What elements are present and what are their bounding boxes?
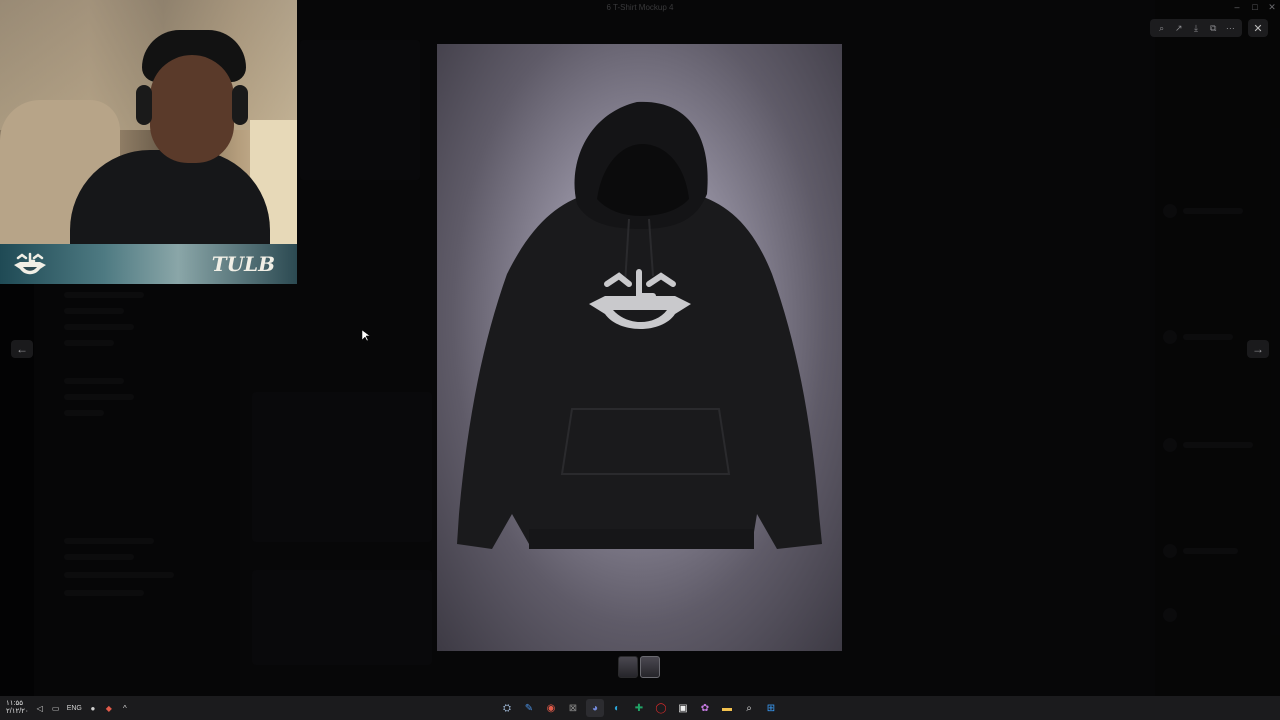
clock-time: ۱۱:۵۵ bbox=[6, 700, 23, 707]
close-viewer-button[interactable]: ✕ bbox=[1248, 19, 1268, 37]
thumbnail-strip bbox=[618, 656, 660, 678]
hoodie-mockup-image[interactable] bbox=[437, 44, 842, 651]
clock-date: ۲/۱۲/۲۰ bbox=[6, 708, 29, 715]
chrome-icon[interactable]: ◉ bbox=[542, 699, 560, 717]
webcam-overlay: TULB bbox=[0, 0, 297, 284]
windows-icon[interactable]: ⊞ bbox=[762, 699, 780, 717]
previous-image-button[interactable]: ← bbox=[11, 340, 33, 358]
zoom-icon[interactable]: ⌕ bbox=[1155, 21, 1169, 35]
channel-logo-icon bbox=[10, 249, 50, 279]
excel-icon[interactable]: ✚ bbox=[630, 699, 648, 717]
app-tray-icon[interactable]: ◆ bbox=[104, 703, 114, 713]
discord-icon[interactable]: ◕ bbox=[586, 699, 604, 717]
next-image-button[interactable]: → bbox=[1247, 340, 1269, 358]
maximize-button[interactable]: □ bbox=[1248, 2, 1262, 14]
folder-icon[interactable]: ▬ bbox=[718, 699, 736, 717]
network-icon[interactable]: ▭ bbox=[51, 703, 61, 713]
search-icon[interactable]: ⌕ bbox=[740, 699, 758, 717]
edge-icon[interactable]: ◐ bbox=[608, 699, 626, 717]
webcam-tag: TULB bbox=[211, 252, 275, 276]
window-close-button[interactable]: ✕ bbox=[1265, 2, 1279, 14]
hoodie-hem bbox=[529, 529, 754, 549]
viewer-toolbar: ⌕ ↗ ⤓ ⧉ ⋯ bbox=[1150, 19, 1242, 37]
chevron-up-icon[interactable]: ^ bbox=[120, 703, 130, 713]
open-in-browser-icon[interactable]: ⧉ bbox=[1206, 21, 1220, 35]
window-title: 6 T-Shirt Mockup 4 bbox=[606, 3, 674, 12]
copilot-icon[interactable]: ✿ bbox=[696, 699, 714, 717]
screen: 6 T-Shirt Mockup 4 – □ ✕ ⌕ ↗ ⤓ ⧉ ⋯ ✕ ← →… bbox=[0, 0, 1280, 720]
editor-icon[interactable]: ✎ bbox=[520, 699, 538, 717]
webcam-banner: TULB bbox=[0, 244, 297, 284]
headphones-icon bbox=[136, 85, 152, 125]
mic-icon[interactable]: ● bbox=[88, 703, 98, 713]
thumbnail-active[interactable] bbox=[640, 656, 660, 678]
webcam-feed bbox=[0, 0, 297, 260]
opera-icon[interactable]: ◯ bbox=[652, 699, 670, 717]
taskbar: ۱۱:۵۵ ۲/۱۲/۲۰ ◁ ▭ ENG ● ◆ ^ ⛭ ✎ ◉ ⊠ ◕ ◐ … bbox=[0, 696, 1280, 720]
mouse-cursor-icon bbox=[362, 330, 370, 342]
store-icon[interactable]: ▣ bbox=[674, 699, 692, 717]
clock[interactable]: ۱۱:۵۵ ۲/۱۲/۲۰ bbox=[6, 700, 29, 716]
game-icon[interactable]: ⊠ bbox=[564, 699, 582, 717]
minimize-button[interactable]: – bbox=[1230, 2, 1244, 14]
more-icon[interactable]: ⋯ bbox=[1223, 21, 1237, 35]
download-icon[interactable]: ⤓ bbox=[1189, 21, 1203, 35]
steam-icon[interactable]: ⛭ bbox=[498, 699, 516, 717]
taskbar-apps: ⛭ ✎ ◉ ⊠ ◕ ◐ ✚ ◯ ▣ ✿ ▬ ⌕ ⊞ bbox=[498, 698, 780, 718]
language-indicator[interactable]: ENG bbox=[67, 705, 82, 712]
share-icon[interactable]: ↗ bbox=[1172, 21, 1186, 35]
speaker-icon[interactable]: ◁ bbox=[35, 703, 45, 713]
hoodie-illustration bbox=[457, 101, 822, 549]
hoodie-body bbox=[457, 194, 822, 549]
system-tray: ۱۱:۵۵ ۲/۱۲/۲۰ ◁ ▭ ENG ● ◆ ^ bbox=[6, 696, 130, 720]
thumbnail[interactable] bbox=[618, 656, 638, 678]
